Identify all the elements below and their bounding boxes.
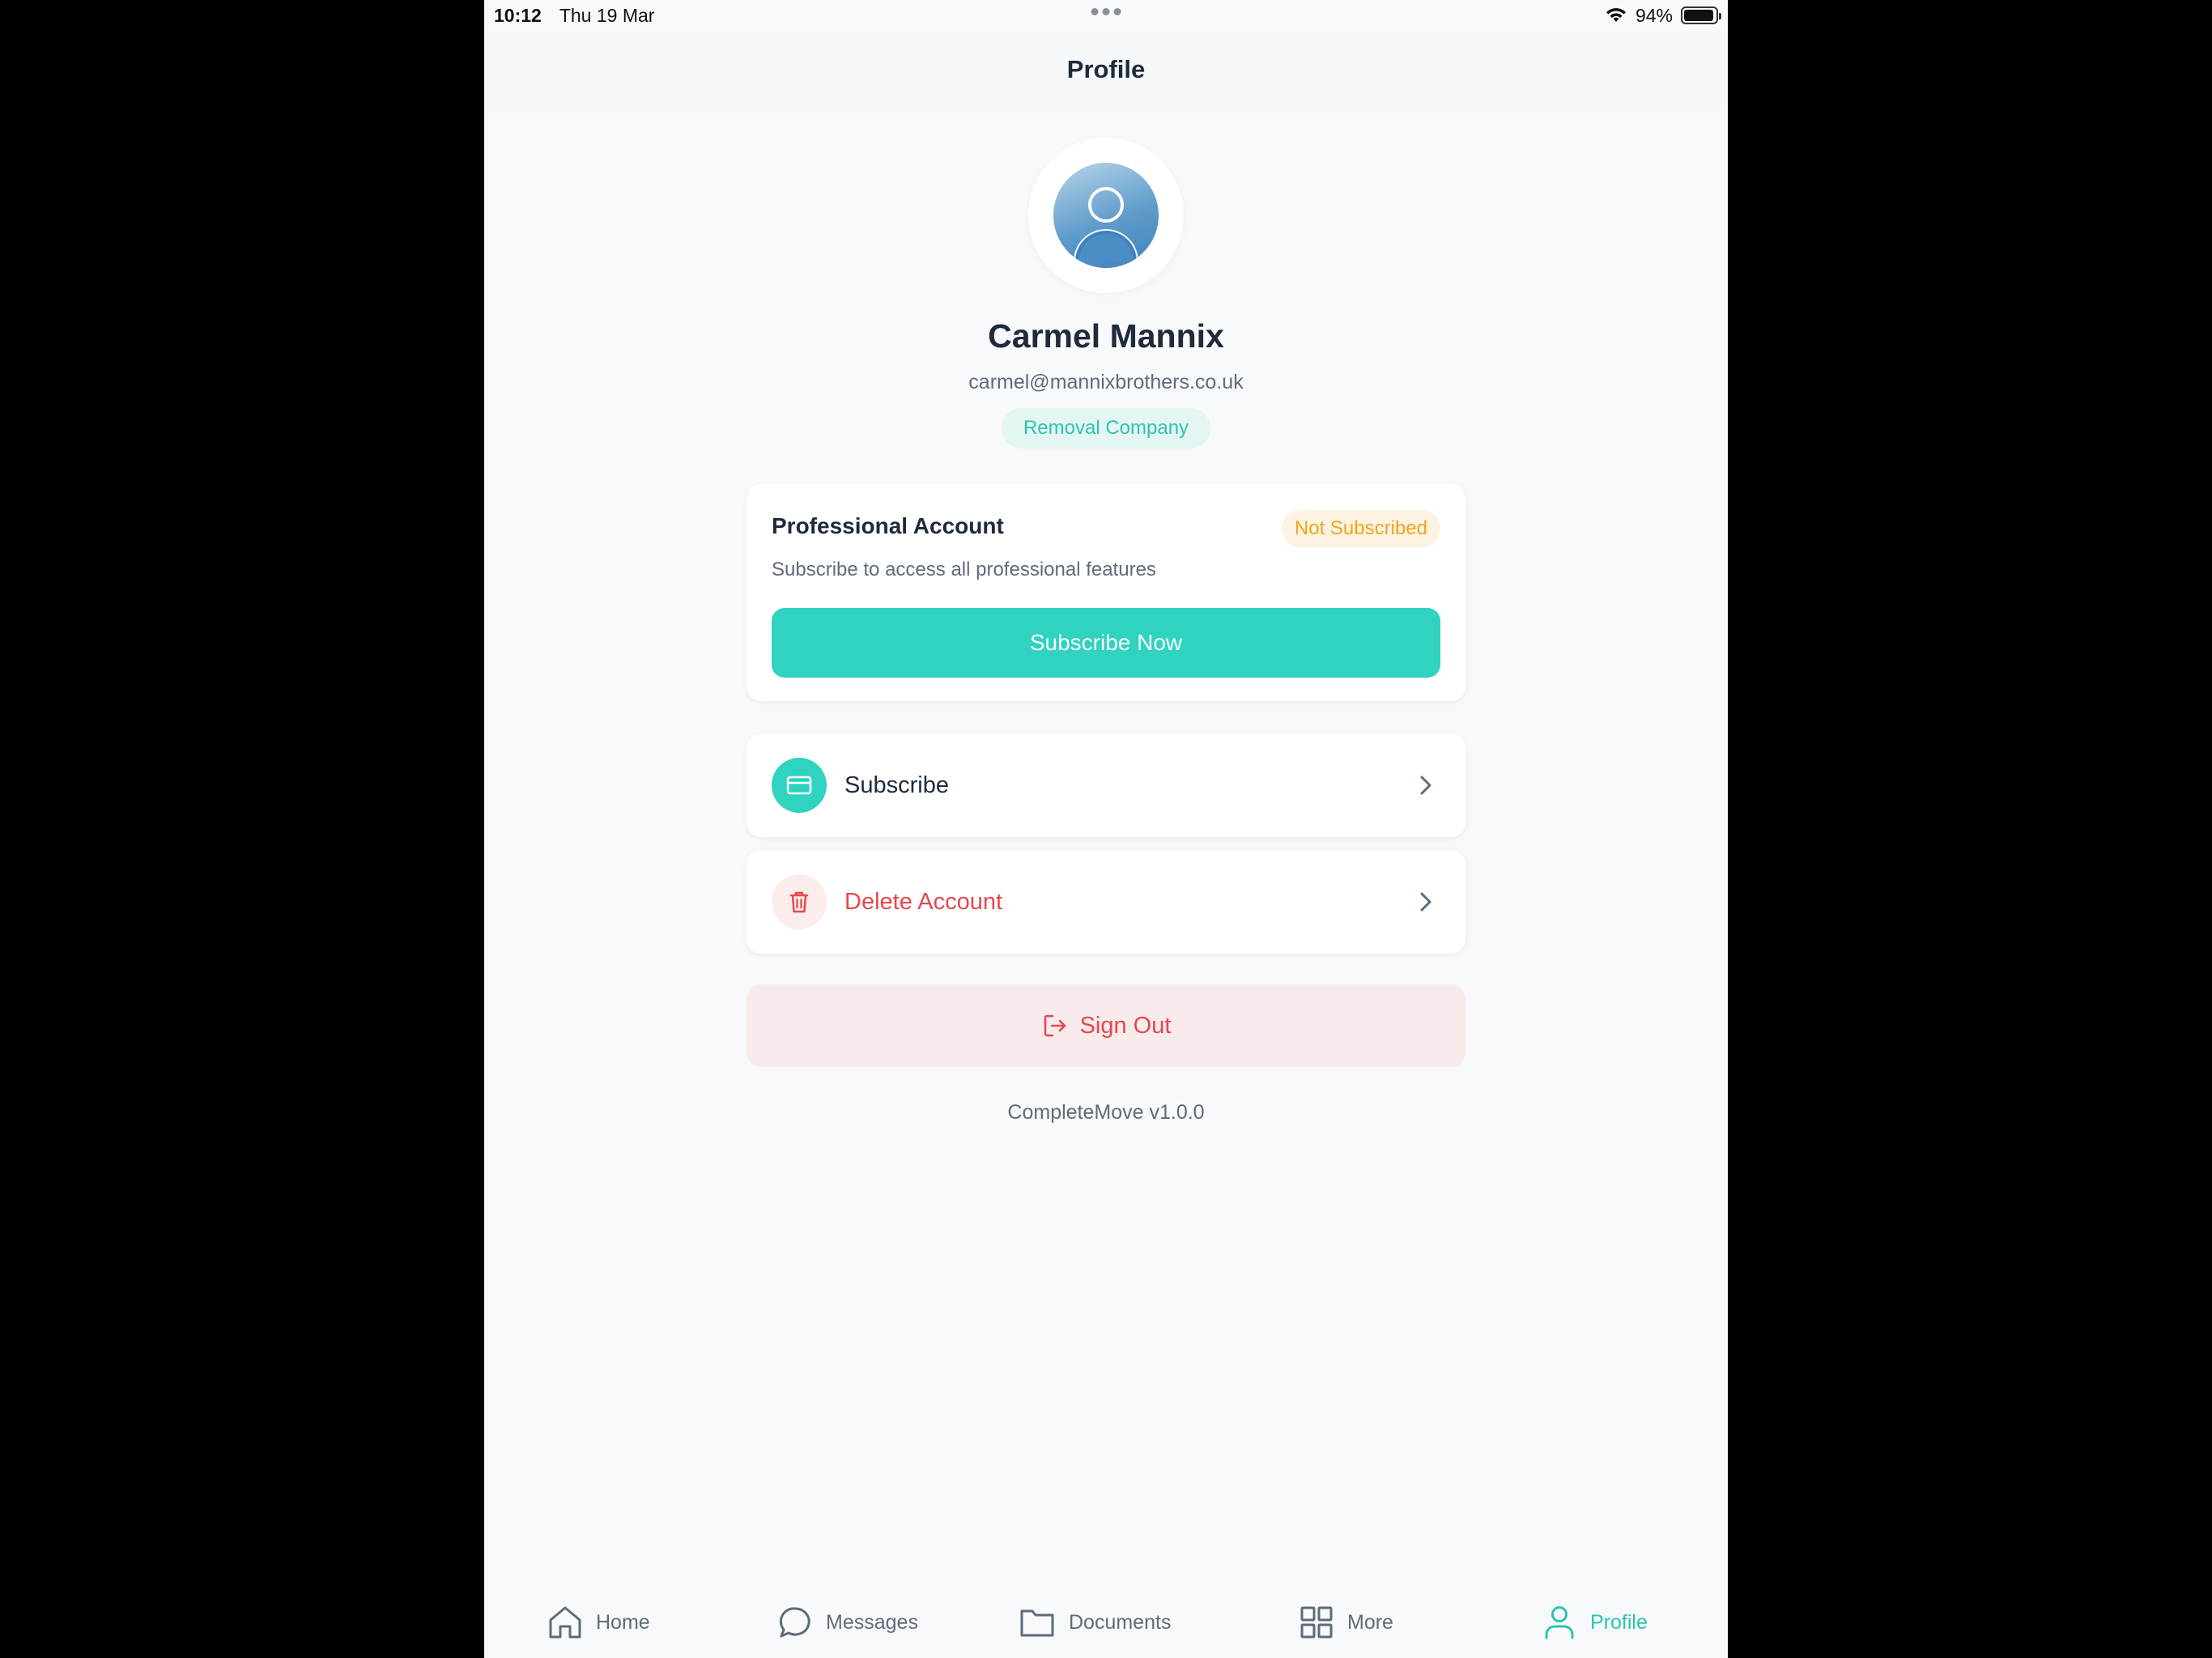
professional-account-card: Professional Account Not Subscribed Subs… [747,484,1465,701]
status-date: Thu 19 Mar [559,4,655,26]
professional-account-description: Subscribe to access all professional fea… [772,559,1156,580]
trash-icon [772,874,827,929]
app-screen: 10:12 Thu 19 Mar 94% Profile Carmel Mann… [484,0,1728,1658]
chevron-right-icon [1411,887,1440,916]
tab-messages-label: Messages [826,1610,918,1634]
sign-out-label: Sign Out [1079,1012,1172,1039]
status-time: 10:12 [494,4,542,26]
status-bar: 10:12 Thu 19 Mar 94% [484,0,1728,31]
status-right: 94% [1605,4,1721,27]
battery-percentage: 94% [1635,4,1673,26]
tab-documents[interactable]: Documents [1019,1600,1171,1645]
battery-icon [1681,6,1721,24]
person-icon [1545,1606,1574,1639]
tab-home-label: Home [596,1610,650,1634]
subscription-status-badge: Not Subscribed [1281,510,1440,547]
professional-account-title: Professional Account [772,513,1004,538]
status-left: 10:12 Thu 19 Mar [494,5,654,27]
avatar-image [1053,163,1159,268]
delete-account-label: Delete Account [844,888,1003,915]
avatar[interactable] [1028,138,1184,293]
navigation-header: Profile [484,31,1728,108]
subscribe-now-button[interactable]: Subscribe Now [772,608,1440,678]
battery-level [1684,10,1713,21]
subscribe-label: Subscribe [844,772,949,798]
subscribe-menu-item[interactable]: Subscribe [747,733,1465,837]
chevron-right-icon [1411,771,1440,800]
tab-profile[interactable]: Profile [1542,1600,1648,1645]
tab-more[interactable]: More [1299,1600,1393,1645]
tab-home[interactable]: Home [547,1600,650,1645]
credit-card-icon [772,758,827,813]
grid-icon [1300,1606,1333,1639]
role-badge: Removal Company [1002,408,1210,449]
chat-bubble-icon [779,1607,810,1638]
person-silhouette-icon [1074,187,1138,261]
delete-account-menu-item[interactable]: Delete Account [747,850,1465,954]
home-icon [549,1606,581,1639]
user-name: Carmel Mannix [988,317,1224,355]
sign-out-button[interactable]: Sign Out [747,984,1465,1067]
folder-icon [1020,1609,1054,1637]
app-version: CompleteMove v1.0.0 [1007,1101,1205,1124]
user-email: carmel@mannixbrothers.co.uk [968,371,1244,393]
tab-profile-label: Profile [1590,1610,1648,1634]
wifi-icon [1606,8,1626,22]
tab-documents-label: Documents [1069,1610,1172,1634]
tab-more-label: More [1347,1610,1393,1634]
multitasking-dots-icon[interactable] [1091,8,1121,15]
tab-messages[interactable]: Messages [777,1600,918,1645]
sign-out-icon [1044,1014,1066,1037]
page-title: Profile [1066,55,1146,83]
tab-bar: Home Messages Documents More Profile [484,1587,1728,1658]
